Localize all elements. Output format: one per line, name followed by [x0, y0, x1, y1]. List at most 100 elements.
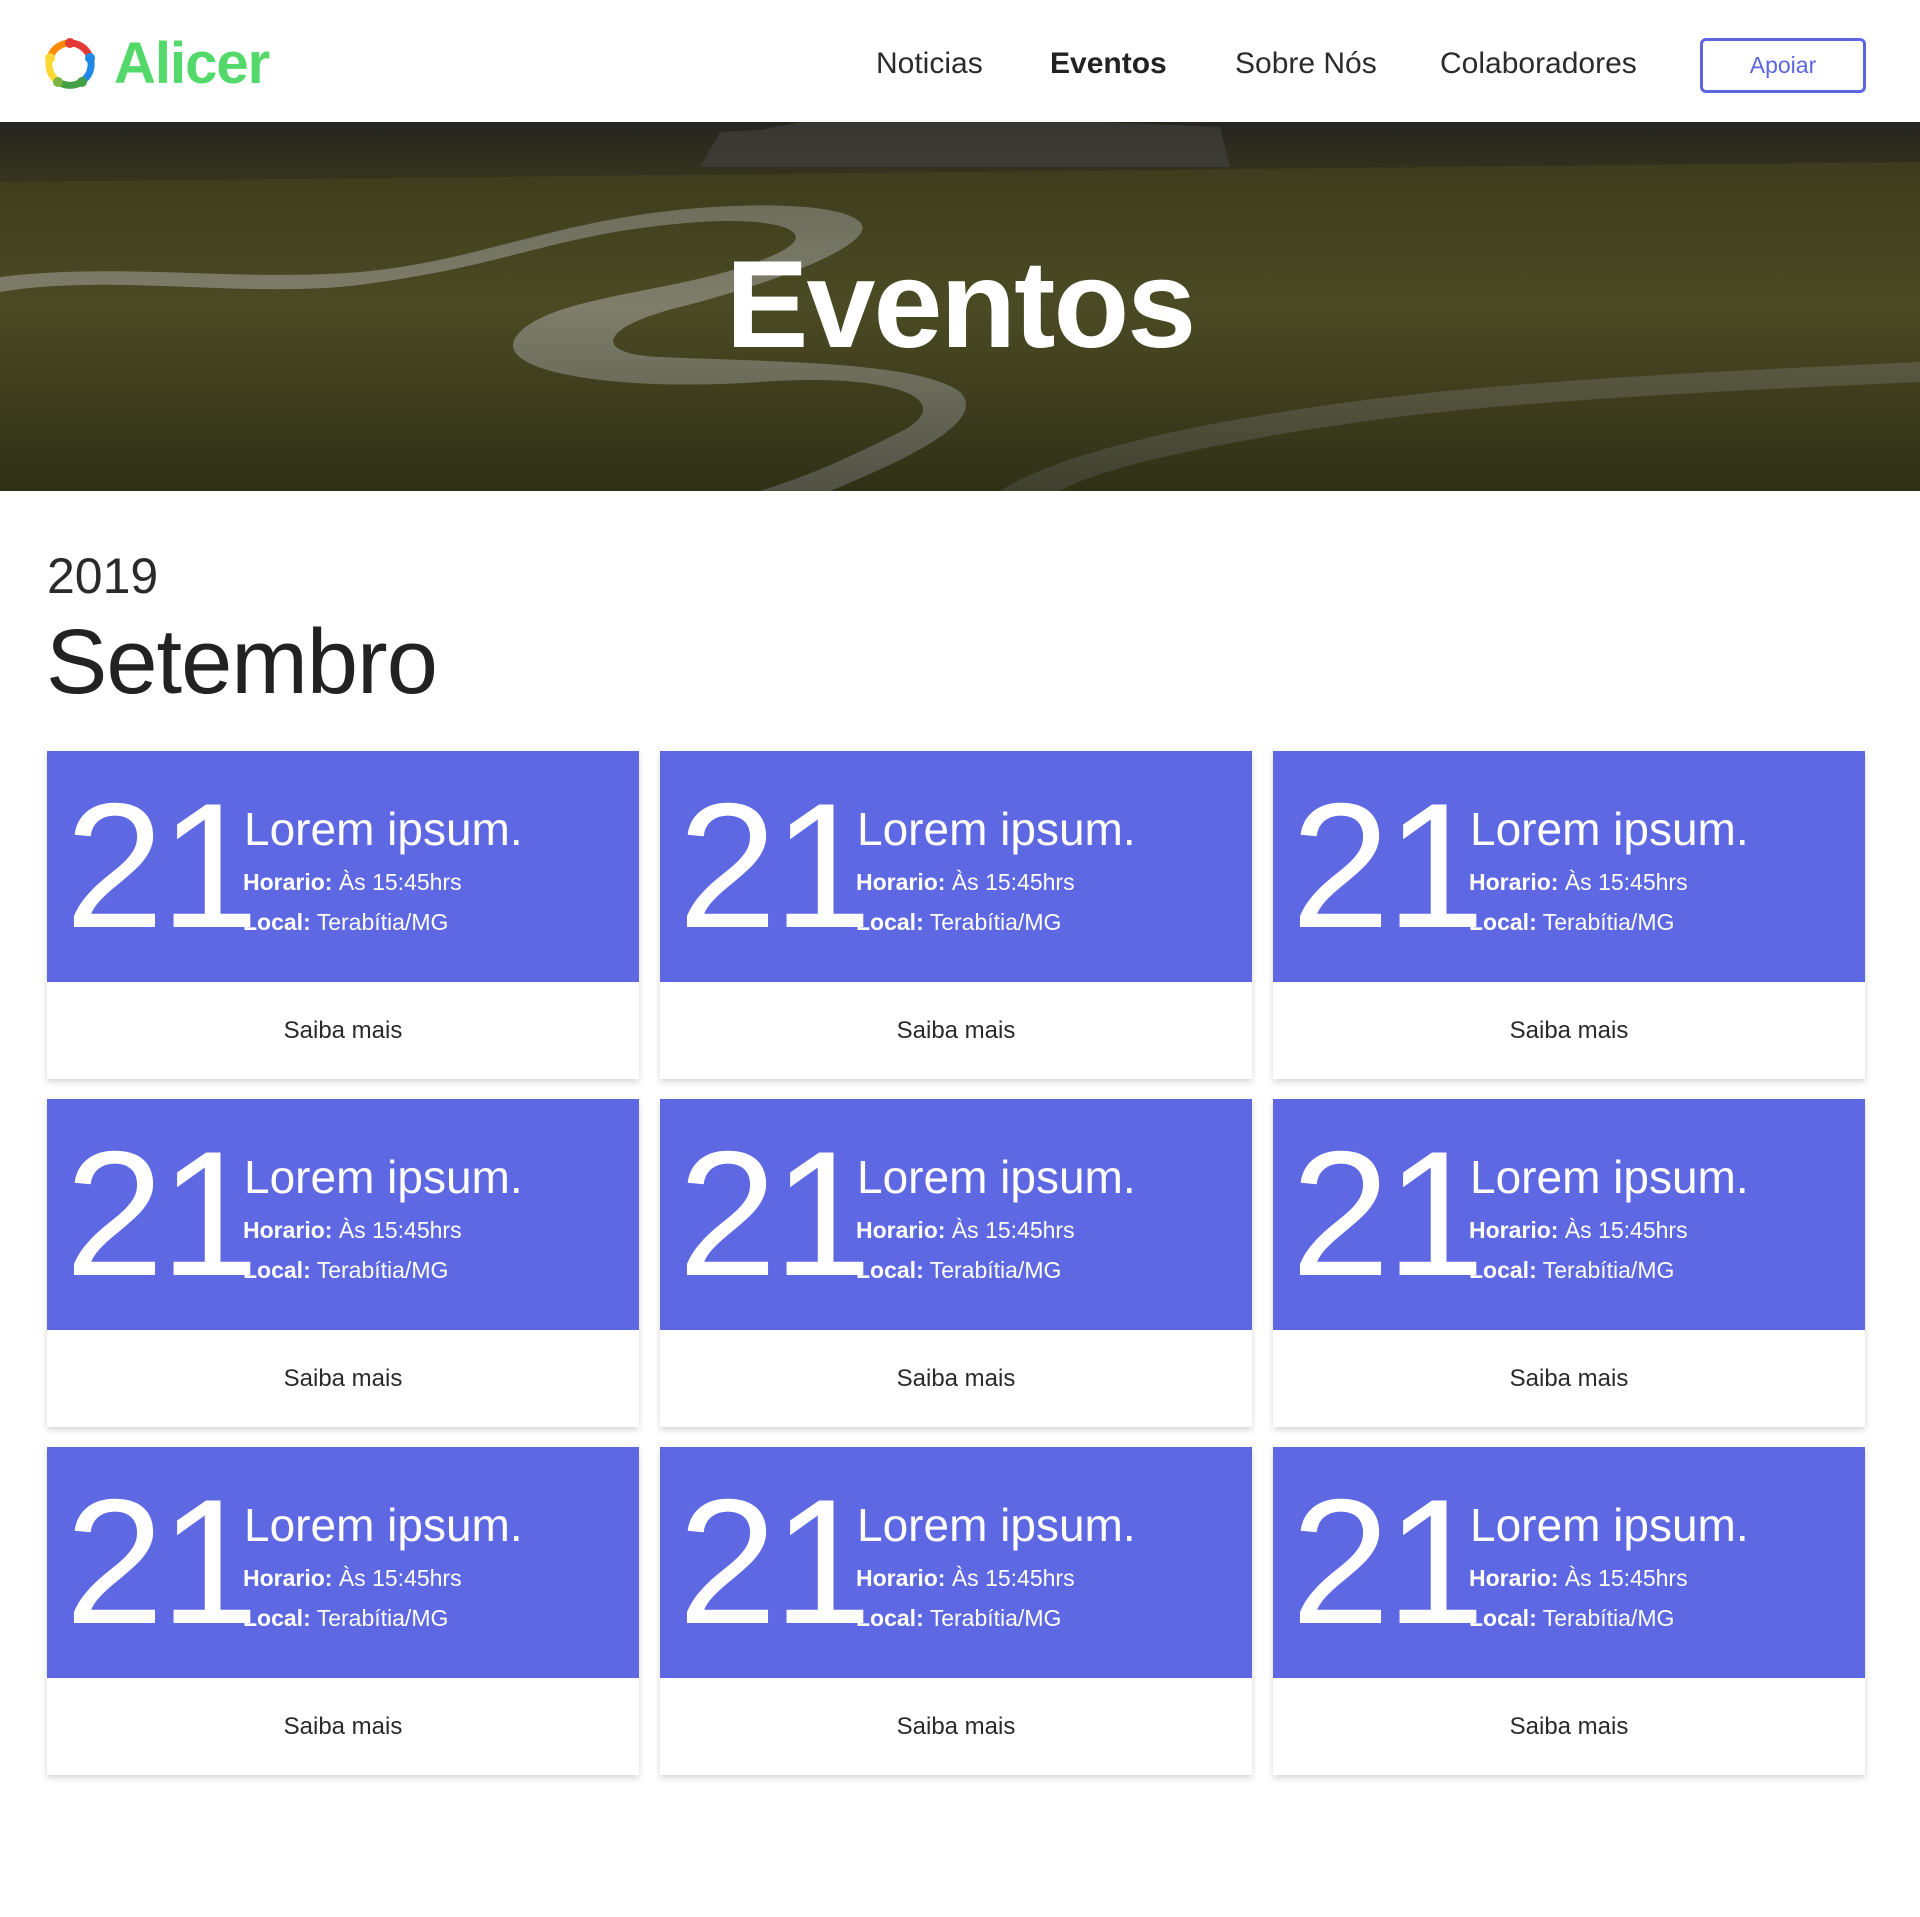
event-place-label: Local: — [856, 1257, 924, 1283]
event-card: 21 Lorem ipsum. Horario: Às 15:45hrs Loc… — [1273, 751, 1865, 1079]
event-place-value: Terabítia/MG — [316, 1257, 449, 1283]
event-place-value: Terabítia/MG — [316, 1605, 449, 1631]
event-day: 21 — [1291, 1462, 1485, 1661]
event-day: 21 — [1291, 766, 1485, 965]
event-place-value: Terabítia/MG — [316, 909, 449, 935]
event-place-label: Local: — [243, 909, 311, 935]
event-time-label: Horario: — [243, 1217, 333, 1243]
event-card: 21 Lorem ipsum. Horario: Às 15:45hrs Loc… — [1273, 1099, 1865, 1427]
nav-noticias[interactable]: Noticias — [876, 44, 983, 84]
event-card: 21 Lorem ipsum. Horario: Às 15:45hrs Loc… — [47, 1447, 639, 1775]
event-place: Local: Terabítia/MG — [856, 1603, 1061, 1633]
nav-sobre-nos[interactable]: Sobre Nós — [1235, 44, 1377, 84]
event-day: 21 — [678, 1462, 872, 1661]
event-time: Horario: Às 15:45hrs — [1469, 867, 1688, 897]
event-place: Local: Terabítia/MG — [1469, 907, 1674, 937]
event-card-header: 21 Lorem ipsum. Horario: Às 15:45hrs Loc… — [47, 751, 639, 982]
event-title: Lorem ipsum. — [857, 1151, 1136, 1203]
event-time-value: Às 15:45hrs — [1564, 1217, 1688, 1243]
saiba-mais-link[interactable]: Saiba mais — [1273, 1330, 1865, 1427]
event-card-header: 21 Lorem ipsum. Horario: Às 15:45hrs Loc… — [47, 1099, 639, 1330]
nav-eventos[interactable]: Eventos — [1050, 44, 1167, 84]
event-title: Lorem ipsum. — [857, 1499, 1136, 1551]
event-time-label: Horario: — [1469, 869, 1559, 895]
event-title: Lorem ipsum. — [1470, 1499, 1749, 1551]
saiba-mais-link[interactable]: Saiba mais — [1273, 982, 1865, 1079]
event-day: 21 — [1291, 1114, 1485, 1313]
event-title: Lorem ipsum. — [1470, 803, 1749, 855]
event-card: 21 Lorem ipsum. Horario: Às 15:45hrs Loc… — [47, 751, 639, 1079]
event-time: Horario: Às 15:45hrs — [243, 1215, 462, 1245]
event-time-value: Às 15:45hrs — [338, 1217, 462, 1243]
event-day: 21 — [65, 1114, 259, 1313]
hero-title: Eventos — [725, 236, 1196, 374]
event-day: 21 — [65, 1462, 259, 1661]
event-card: 21 Lorem ipsum. Horario: Às 15:45hrs Loc… — [47, 1099, 639, 1427]
event-card: 21 Lorem ipsum. Horario: Às 15:45hrs Loc… — [660, 751, 1252, 1079]
event-card-header: 21 Lorem ipsum. Horario: Às 15:45hrs Loc… — [1273, 1447, 1865, 1678]
event-place-value: Terabítia/MG — [1542, 909, 1675, 935]
event-time-label: Horario: — [243, 869, 333, 895]
event-time: Horario: Às 15:45hrs — [243, 1563, 462, 1593]
event-card-header: 21 Lorem ipsum. Horario: Às 15:45hrs Loc… — [660, 1099, 1252, 1330]
event-place-label: Local: — [856, 1605, 924, 1631]
event-card-header: 21 Lorem ipsum. Horario: Às 15:45hrs Loc… — [660, 1447, 1252, 1678]
saiba-mais-link[interactable]: Saiba mais — [47, 982, 639, 1079]
event-place-value: Terabítia/MG — [1542, 1257, 1675, 1283]
event-time-label: Horario: — [856, 1565, 946, 1591]
event-time-label: Horario: — [856, 1217, 946, 1243]
saiba-mais-link[interactable]: Saiba mais — [47, 1678, 639, 1775]
brand-logo[interactable]: Alicer — [42, 31, 270, 96]
event-day: 21 — [65, 766, 259, 965]
event-place: Local: Terabítia/MG — [1469, 1603, 1674, 1633]
event-place-value: Terabítia/MG — [929, 1257, 1062, 1283]
event-time-value: Às 15:45hrs — [1564, 869, 1688, 895]
event-time-label: Horario: — [856, 869, 946, 895]
event-time-label: Horario: — [1469, 1217, 1559, 1243]
event-time: Horario: Às 15:45hrs — [1469, 1215, 1688, 1245]
event-place-value: Terabítia/MG — [1542, 1605, 1675, 1631]
event-card-header: 21 Lorem ipsum. Horario: Às 15:45hrs Loc… — [1273, 751, 1865, 982]
event-title: Lorem ipsum. — [244, 1151, 523, 1203]
event-card-header: 21 Lorem ipsum. Horario: Às 15:45hrs Loc… — [47, 1447, 639, 1678]
event-place-label: Local: — [243, 1605, 311, 1631]
event-place-label: Local: — [1469, 1605, 1537, 1631]
event-day: 21 — [678, 1114, 872, 1313]
event-time: Horario: Às 15:45hrs — [856, 867, 1075, 897]
event-place: Local: Terabítia/MG — [856, 907, 1061, 937]
nav-colaboradores[interactable]: Colaboradores — [1440, 44, 1637, 84]
event-place: Local: Terabítia/MG — [856, 1255, 1061, 1285]
event-place-value: Terabítia/MG — [929, 1605, 1062, 1631]
saiba-mais-link[interactable]: Saiba mais — [660, 982, 1252, 1079]
event-place: Local: Terabítia/MG — [1469, 1255, 1674, 1285]
event-title: Lorem ipsum. — [1470, 1151, 1749, 1203]
event-place-value: Terabítia/MG — [929, 909, 1062, 935]
saiba-mais-link[interactable]: Saiba mais — [660, 1330, 1252, 1427]
saiba-mais-link[interactable]: Saiba mais — [47, 1330, 639, 1427]
saiba-mais-link[interactable]: Saiba mais — [1273, 1678, 1865, 1775]
hero-banner: Eventos — [0, 122, 1920, 491]
event-day: 21 — [678, 766, 872, 965]
event-place: Local: Terabítia/MG — [243, 1255, 448, 1285]
event-card-header: 21 Lorem ipsum. Horario: Às 15:45hrs Loc… — [660, 751, 1252, 982]
event-card: 21 Lorem ipsum. Horario: Às 15:45hrs Loc… — [660, 1447, 1252, 1775]
apoiar-button[interactable]: Apoiar — [1700, 38, 1866, 93]
event-time-value: Às 15:45hrs — [338, 1565, 462, 1591]
event-time: Horario: Às 15:45hrs — [243, 867, 462, 897]
event-time: Horario: Às 15:45hrs — [856, 1215, 1075, 1245]
event-card: 21 Lorem ipsum. Horario: Às 15:45hrs Loc… — [660, 1099, 1252, 1427]
event-place-label: Local: — [243, 1257, 311, 1283]
event-place: Local: Terabítia/MG — [243, 907, 448, 937]
event-time-value: Às 15:45hrs — [338, 869, 462, 895]
event-time: Horario: Às 15:45hrs — [856, 1563, 1075, 1593]
event-time-value: Às 15:45hrs — [1564, 1565, 1688, 1591]
logo-icon — [45, 38, 95, 89]
event-title: Lorem ipsum. — [244, 1499, 523, 1551]
saiba-mais-link[interactable]: Saiba mais — [660, 1678, 1252, 1775]
event-time-value: Às 15:45hrs — [951, 869, 1075, 895]
brand-name: Alicer — [114, 31, 270, 96]
event-time: Horario: Às 15:45hrs — [1469, 1563, 1688, 1593]
event-place-label: Local: — [856, 909, 924, 935]
event-card-header: 21 Lorem ipsum. Horario: Às 15:45hrs Loc… — [1273, 1099, 1865, 1330]
event-time-label: Horario: — [243, 1565, 333, 1591]
